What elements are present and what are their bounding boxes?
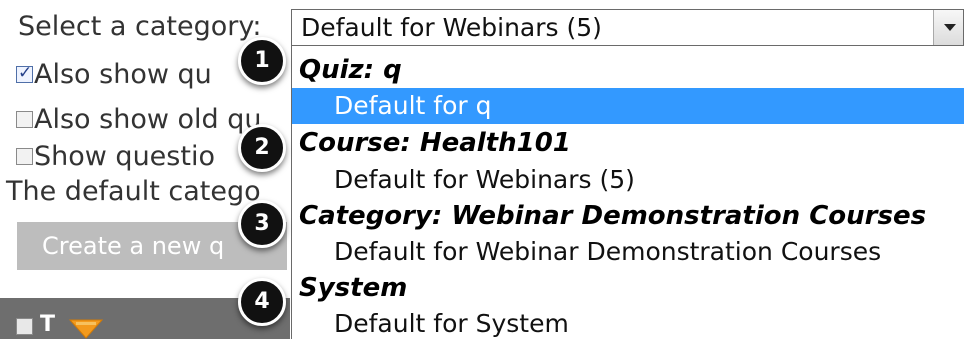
step-marker-4: 4: [238, 278, 286, 326]
category-select-value: Default for Webinars (5): [301, 13, 602, 42]
select-all-checkbox[interactable]: [16, 318, 33, 335]
also-show-questions-label: Also show qu: [34, 59, 212, 90]
optgroup-category: Category: Webinar Demonstration Courses: [299, 201, 927, 231]
step-marker-2: 2: [238, 124, 286, 172]
chevron-down-icon: [944, 24, 956, 31]
option-default-for-webinar-demonstration-courses[interactable]: Default for Webinar Demonstration Course…: [292, 234, 964, 270]
show-question-text-checkbox[interactable]: [16, 148, 33, 165]
default-category-text: The default catego: [6, 176, 261, 207]
also-show-old-questions-checkbox[interactable]: [16, 111, 33, 128]
option-default-for-q[interactable]: Default for q: [292, 88, 964, 124]
category-dropdown-list[interactable]: Quiz: q Default for q Course: Health101 …: [291, 46, 964, 339]
sort-arrow-icon[interactable]: [66, 318, 106, 344]
select-category-label: Select a category:: [18, 11, 262, 42]
optgroup-system: System: [299, 273, 408, 303]
option-default-for-webinars[interactable]: Default for Webinars (5): [292, 162, 964, 198]
step-marker-3: 3: [238, 200, 286, 248]
category-select[interactable]: Default for Webinars (5): [291, 9, 964, 46]
show-question-text-label: Show questio: [34, 141, 215, 172]
type-column-header[interactable]: T: [40, 312, 55, 337]
also-show-questions-checkbox[interactable]: [16, 63, 33, 83]
also-show-old-questions-label: Also show old qu: [34, 104, 262, 135]
option-default-for-system[interactable]: Default for System: [292, 306, 964, 339]
step-marker-1: 1: [238, 37, 286, 85]
optgroup-course: Course: Health101: [299, 128, 571, 158]
dropdown-arrow-button[interactable]: [933, 10, 963, 45]
optgroup-quiz: Quiz: q: [299, 55, 402, 85]
